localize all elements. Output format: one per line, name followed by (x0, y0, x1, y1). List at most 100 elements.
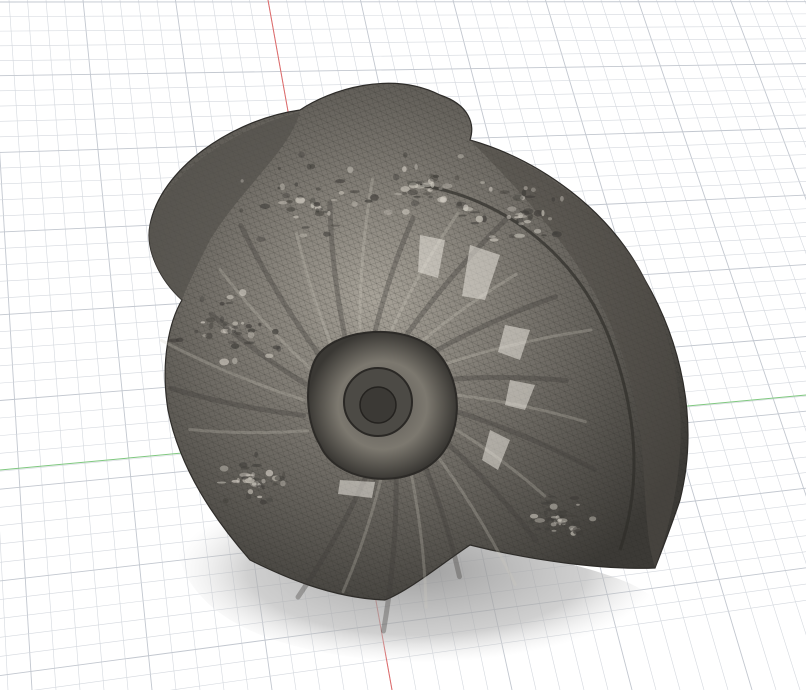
surface-pit (499, 190, 510, 195)
surface-pit (240, 179, 244, 183)
surface-pit (315, 187, 321, 191)
surface-pit (540, 502, 551, 505)
surface-pit (279, 183, 285, 191)
3d-viewport[interactable] (0, 0, 806, 690)
umbilicus-core (359, 386, 397, 424)
surface-pit (392, 173, 400, 181)
surface-pit (277, 166, 281, 171)
surface-pit (524, 195, 536, 199)
surface-pit (547, 495, 556, 498)
surface-pit (573, 529, 584, 536)
surface-pit (588, 509, 595, 513)
surface-pit (576, 503, 580, 506)
surface-pit (301, 226, 310, 229)
surface-pit (299, 233, 308, 238)
surface-pit (442, 183, 453, 189)
surface-pit (383, 209, 393, 215)
surface-pit (489, 238, 499, 242)
surface-pit (227, 328, 231, 334)
surface-pit (244, 341, 255, 345)
surface-pit (533, 210, 543, 217)
surface-pit (272, 328, 279, 335)
surface-pit (231, 325, 239, 329)
surface-pit (296, 197, 306, 204)
surface-pit (523, 220, 532, 224)
surface-pit (462, 207, 474, 212)
surface-pit (327, 210, 331, 216)
surface-pit (407, 189, 419, 196)
surface-pit (507, 206, 517, 212)
surface-pit (194, 329, 199, 334)
surface-pit (514, 233, 526, 238)
surface-pit (294, 182, 299, 187)
surface-pit (566, 514, 578, 517)
surface-pit (259, 499, 267, 505)
surface-pit (232, 321, 239, 326)
surface-pit (330, 224, 341, 227)
surface-pit (347, 166, 354, 174)
surface-pit (205, 332, 213, 340)
surface-pit (470, 221, 480, 225)
surface-pit (557, 510, 568, 513)
surface-pit (265, 353, 274, 359)
surface-pit (475, 215, 484, 223)
surface-pit (247, 489, 254, 495)
surface-pit (549, 503, 558, 510)
surface-pit (530, 187, 536, 193)
surface-pit (306, 163, 312, 170)
surface-pit (402, 208, 410, 215)
surface-pit (168, 338, 179, 343)
surface-pit (259, 203, 271, 209)
surface-pit (223, 321, 228, 326)
surface-pit (489, 186, 493, 192)
surface-pit (261, 487, 265, 490)
surface-pit (245, 323, 252, 329)
surface-pit (251, 472, 255, 478)
surface-pit (458, 214, 467, 217)
surface-pit (251, 463, 262, 468)
surface-pit (315, 208, 320, 213)
surface-pit (219, 301, 225, 306)
surface-pit (364, 199, 373, 203)
surface-pit (351, 201, 358, 207)
surface-pit (523, 208, 534, 215)
surface-pit (240, 466, 250, 470)
surface-pit (557, 518, 563, 522)
surface-pit (338, 191, 345, 195)
surface-pit (529, 513, 539, 519)
surface-pit (200, 321, 206, 324)
surface-pit (227, 340, 237, 344)
surface-pit (335, 179, 346, 184)
surface-pit (438, 187, 443, 190)
surface-pit (239, 289, 247, 297)
surface-pit (280, 480, 286, 487)
viewport-canvas[interactable] (0, 0, 806, 690)
surface-pit (429, 174, 435, 177)
surface-pit (534, 527, 542, 531)
surface-pit (266, 497, 274, 502)
surface-pit (543, 510, 548, 516)
surface-pit (506, 214, 512, 220)
surface-pit (527, 216, 533, 221)
surface-pit (206, 317, 216, 323)
surface-pit (534, 518, 546, 523)
surface-pit (437, 196, 446, 203)
surface-pit (512, 194, 524, 202)
surface-pit (234, 331, 242, 336)
surface-pit (319, 207, 323, 211)
surface-pit (226, 295, 234, 300)
surface-pit (547, 217, 553, 221)
surface-pit (541, 209, 545, 217)
surface-pit (208, 323, 214, 329)
surface-pit (410, 200, 420, 207)
surface-pit (550, 522, 557, 527)
surface-pit (414, 163, 418, 170)
surface-pit (415, 181, 423, 184)
surface-pit (310, 197, 316, 205)
surface-pit (219, 316, 225, 324)
surface-pit (415, 185, 425, 189)
surface-pit (551, 197, 556, 202)
surface-pit (282, 192, 291, 199)
surface-pit (403, 152, 408, 158)
surface-pit (515, 219, 519, 225)
